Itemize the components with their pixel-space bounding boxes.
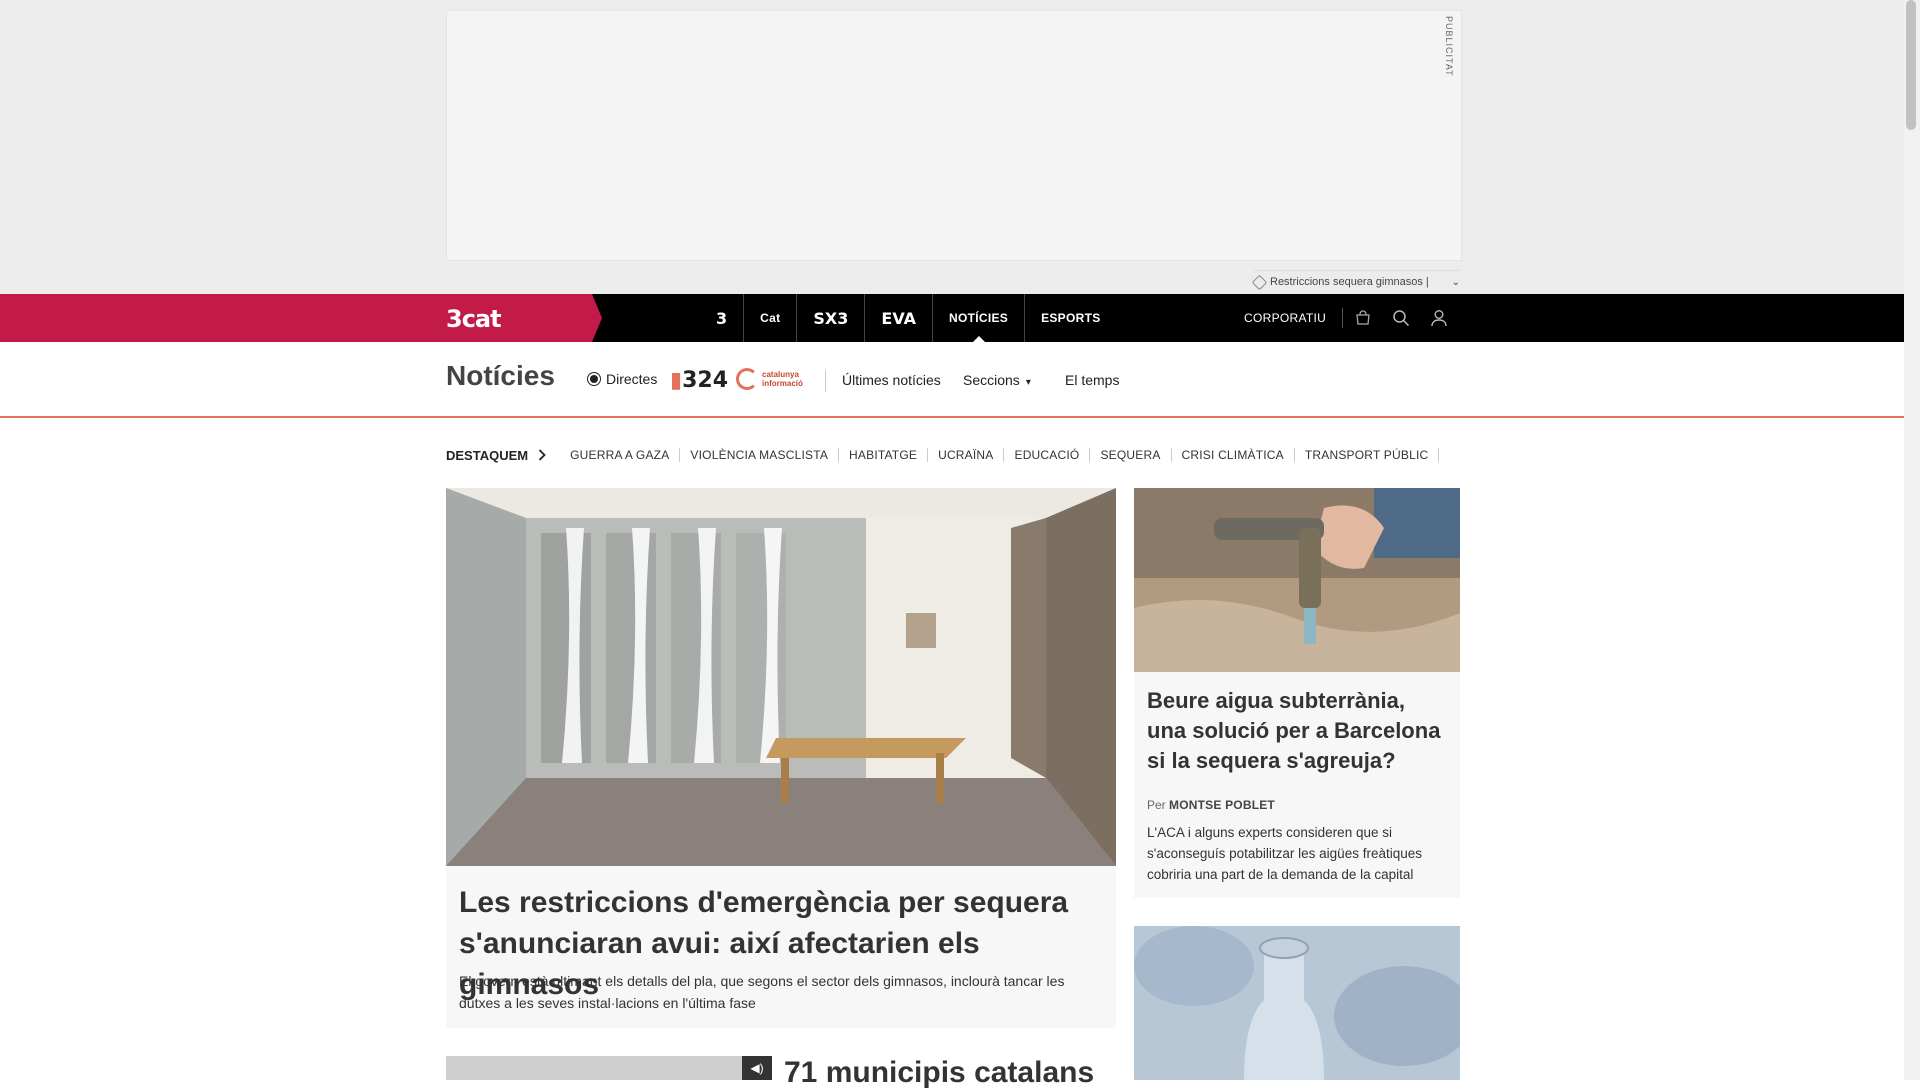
topic-link[interactable]: HABITATGE xyxy=(839,448,929,462)
channel-catradio-logo[interactable]: Cat xyxy=(744,294,798,342)
nav-ultimes-noticies[interactable]: Últimes notícies xyxy=(842,372,941,388)
page-title[interactable]: Notícies xyxy=(446,360,555,392)
section-header: Notícies Directes ▮324 catalunya informa… xyxy=(0,342,1904,418)
side-article-card[interactable]: Beure aigua subterrània, una solució per… xyxy=(1134,672,1460,898)
second-article-headline[interactable]: 71 municipis catalans xyxy=(784,1056,1094,1090)
nav-el-temps[interactable]: El temps xyxy=(1065,372,1119,388)
topic-link[interactable]: GUERRA A GAZA xyxy=(560,448,681,462)
side-article-byline: Per MONTSE POBLET xyxy=(1147,798,1275,812)
ad-banner[interactable] xyxy=(446,10,1462,261)
destaquem-label: DESTAQUEM xyxy=(446,447,529,463)
catinfo-logo-mark xyxy=(736,368,758,390)
ad-topic-tag[interactable]: Restriccions sequera gimnasos | ⌄ xyxy=(1251,270,1460,290)
324-logo-mark: ▮ xyxy=(670,368,683,393)
channel-tv3-logo[interactable]: 3 xyxy=(700,294,745,342)
3cat-logo[interactable]: 3cat xyxy=(446,305,502,333)
nav-seccions-label: Seccions xyxy=(963,372,1020,388)
chevron-down-icon: ▾ xyxy=(1025,377,1031,388)
main-article-summary: El govern està ultimant els detalls del … xyxy=(459,973,1065,1011)
brand-area xyxy=(0,294,602,342)
catinfo-logo-text: catalunya informació xyxy=(762,370,803,388)
topic-link[interactable]: TRANSPORT PÚBLIC xyxy=(1295,448,1440,462)
main-article-image[interactable] xyxy=(446,488,1116,866)
topic-link[interactable]: EDUCACIÓ xyxy=(1004,448,1091,462)
ad-tag-text: Restriccions sequera gimnasos | xyxy=(1270,276,1429,288)
side-article-2-image[interactable] xyxy=(1134,926,1460,1080)
ad-label: PUBLICITAT xyxy=(1444,16,1454,77)
search-icon[interactable] xyxy=(1383,294,1419,342)
second-article-card[interactable]: ◀) 71 municipis catalans xyxy=(446,1056,1116,1089)
scrollbar-thumb[interactable] xyxy=(1906,0,1916,130)
side-article-image[interactable] xyxy=(1134,488,1460,672)
chevron-down-icon[interactable]: ⌄ xyxy=(1452,277,1460,288)
destaquem-title[interactable]: DESTAQUEM xyxy=(446,448,546,463)
topic-link[interactable]: SEQUERA xyxy=(1090,448,1172,462)
author-name[interactable]: MONTSE POBLET xyxy=(1169,798,1275,812)
audio-icon: ◀) xyxy=(742,1056,772,1080)
chevron-right-icon xyxy=(538,449,546,461)
324-logo-text: 324 xyxy=(682,368,729,393)
user-icon[interactable] xyxy=(1421,294,1457,342)
topic-link[interactable]: VIOLÈNCIA MASCLISTA xyxy=(680,448,840,462)
divider xyxy=(825,370,826,392)
main-article-card[interactable]: Les restriccions d'emergència per sequer… xyxy=(446,866,1116,1028)
top-right-nav: CORPORATIU xyxy=(1244,294,1457,342)
channel-sx3-logo[interactable]: SX3 xyxy=(797,294,866,342)
directes-label: Directes xyxy=(606,371,658,387)
second-article-image[interactable] xyxy=(446,1056,772,1080)
shop-icon[interactable] xyxy=(1345,294,1381,342)
324-logo[interactable]: ▮324 xyxy=(670,368,728,393)
corporatiu-link[interactable]: CORPORATIU xyxy=(1244,308,1344,328)
ad-band: PUBLICITAT Restriccions sequera gimnasos… xyxy=(0,0,1904,294)
byline-prefix: Per xyxy=(1147,798,1166,812)
nav-seccions[interactable]: Seccions ▾ xyxy=(963,372,1031,388)
side-article-summary: L'ACA i alguns experts consideren que si… xyxy=(1147,825,1422,882)
channel-esports[interactable]: ESPORTS xyxy=(1025,294,1116,342)
side-article-headline[interactable]: Beure aigua subterrània, una solució per… xyxy=(1147,686,1447,776)
catalunya-informacio-logo[interactable]: catalunya informació xyxy=(736,368,820,390)
topic-link[interactable]: UCRAÏNA xyxy=(928,448,1005,462)
channel-eva-logo[interactable]: EVA xyxy=(865,294,933,342)
tag-icon xyxy=(1251,274,1268,290)
top-bar: 3cat 3 Cat SX3 EVA NOTÍCIES ESPORTS CORP… xyxy=(0,294,1904,342)
channel-nav: 3 Cat SX3 EVA NOTÍCIES ESPORTS xyxy=(700,294,1117,342)
channel-noticies[interactable]: NOTÍCIES xyxy=(933,294,1026,342)
directes-link[interactable]: Directes xyxy=(590,371,657,387)
topic-link[interactable]: CRISI CLIMÀTICA xyxy=(1172,448,1295,462)
destaquem-bar: DESTAQUEM GUERRA A GAZA VIOLÈNCIA MASCLI… xyxy=(446,446,1440,464)
live-icon xyxy=(590,375,598,383)
scrollbar[interactable] xyxy=(1904,0,1920,1080)
